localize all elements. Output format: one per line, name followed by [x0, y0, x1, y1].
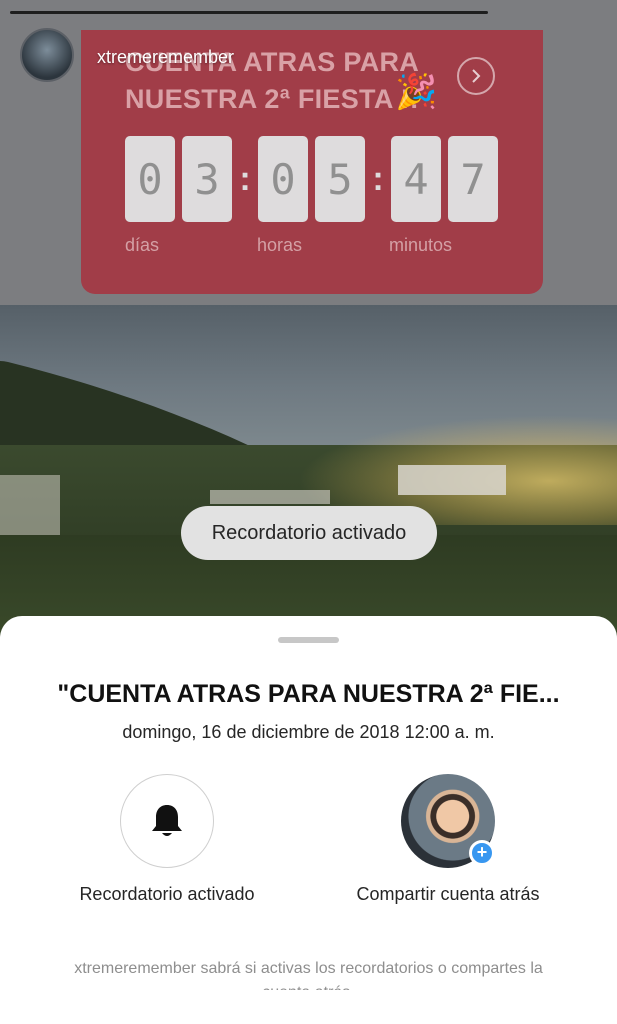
share-action[interactable]: + Compartir cuenta atrás — [348, 774, 548, 906]
plus-icon: + — [469, 840, 495, 866]
countdown-digit: 4 — [391, 136, 441, 222]
chevron-right-icon[interactable] — [457, 57, 495, 95]
countdown-digit: 5 — [315, 136, 365, 222]
story-progress-bar — [10, 11, 488, 14]
countdown-separator: : — [239, 159, 251, 198]
countdown-sheet-title: "CUENTA ATRAS PARA NUESTRA 2ª FIE... — [57, 680, 560, 708]
privacy-note-continuation: cuenta atrás. — [0, 984, 617, 990]
hours-label: horas — [257, 235, 303, 255]
reminder-toast: Recordatorio activado — [181, 506, 437, 560]
countdown-date: domingo, 16 de diciembre de 2018 12:00 a… — [122, 722, 495, 742]
countdown-digit: 3 — [182, 136, 232, 222]
countdown-digit: 0 — [258, 136, 308, 222]
reminder-action[interactable]: Recordatorio activado — [67, 774, 267, 906]
countdown-digit: 0 — [125, 136, 175, 222]
story-photo — [0, 305, 617, 640]
sheet-grabber[interactable] — [278, 637, 339, 643]
privacy-note: xtremeremember sabrá si activas los reco… — [74, 960, 543, 977]
countdown-separator: : — [372, 159, 384, 198]
story-viewer[interactable]: CUENTA ATRAS PARA NUESTRA 2ª FIESTA !! 🎉… — [0, 0, 617, 640]
party-popper-icon: 🎉 — [395, 73, 438, 111]
minutes-label: minutos — [389, 235, 453, 255]
share-label: Compartir cuenta atrás — [356, 884, 540, 904]
bell-icon — [152, 805, 182, 836]
countdown-digits: 0 3 : 0 5 : 4 7 — [125, 136, 505, 222]
reminder-label: Recordatorio activado — [79, 884, 255, 904]
story-username[interactable]: xtremeremember — [97, 47, 234, 68]
story-user-avatar[interactable] — [20, 28, 74, 82]
share-avatar[interactable]: + — [401, 774, 495, 868]
reminder-button[interactable] — [120, 774, 214, 868]
countdown-digit: 7 — [448, 136, 498, 222]
days-label: días — [125, 235, 160, 255]
countdown-bottom-sheet: "CUENTA ATRAS PARA NUESTRA 2ª FIE... dom… — [0, 616, 617, 1024]
